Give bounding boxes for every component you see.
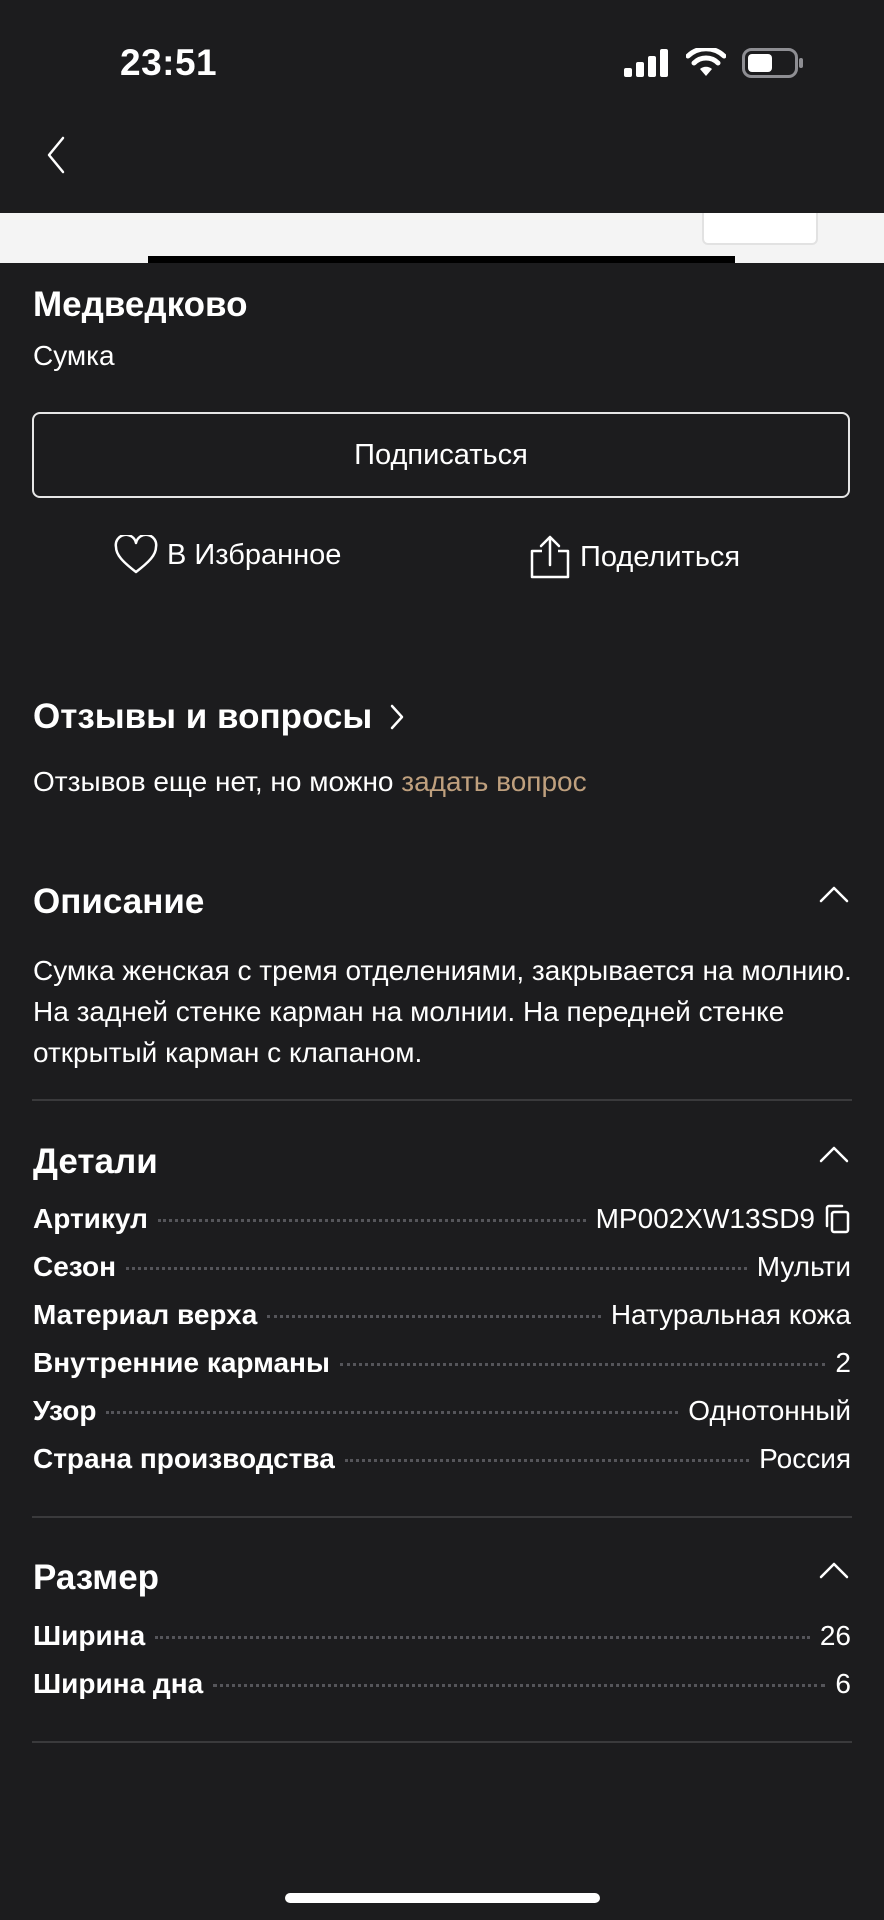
reviews-section-link[interactable]: Отзывы и вопросы [33,697,404,737]
detail-value: MP002XW13SD9 [596,1203,851,1235]
description-title: Описание [33,882,205,921]
share-label: Поделиться [580,540,741,573]
favorites-label: В Избранное [167,538,342,571]
status-icons [624,48,804,78]
dotted-leader [106,1411,679,1414]
share-icon [530,535,570,579]
size-title: Размер [33,1558,160,1597]
reviews-title: Отзывы и вопросы [33,697,373,736]
product-brand[interactable]: Медведково [33,285,247,325]
image-thumbnail[interactable] [702,213,818,245]
detail-row-country: Страна производства Россия [33,1443,851,1491]
dotted-leader [213,1684,826,1687]
heart-icon [114,535,158,574]
detail-label: Материал верха [33,1299,258,1330]
battery-icon [742,48,803,78]
detail-label: Артикул [33,1203,148,1234]
size-row-width: Ширина 26 [33,1620,851,1668]
add-to-favorites-button[interactable]: В Избранное [113,535,341,575]
detail-label: Внутренние карманы [33,1347,330,1378]
size-list: Ширина 26 Ширина дна 6 [33,1620,851,1716]
size-value: 6 [835,1668,851,1699]
detail-value: Мульти [756,1251,851,1282]
chevron-up-icon[interactable] [818,1144,850,1164]
detail-row-pattern: Узор Однотонный [33,1395,851,1443]
detail-label: Страна производства [33,1443,335,1474]
details-list: Артикул MP002XW13SD9 Сезон Мульти Матери… [33,1203,851,1491]
home-indicator [285,1893,600,1903]
copy-icon[interactable] [823,1204,851,1234]
size-label: Ширина [33,1620,146,1651]
chevron-right-icon [391,704,404,730]
product-image-gallery[interactable] [0,213,884,263]
divider [32,1099,852,1101]
article-number: MP002XW13SD9 [595,1203,815,1234]
chevron-up-icon[interactable] [818,884,850,904]
size-value: 26 [819,1620,851,1651]
dotted-leader [126,1267,747,1270]
reviews-empty-text: Отзывов еще нет, но можно задать вопрос [33,766,587,798]
chevron-left-icon [47,136,65,174]
size-row-bottom-width: Ширина дна 6 [33,1668,851,1716]
detail-value: 2 [835,1347,851,1378]
divider [32,1741,852,1743]
status-time: 23:51 [120,42,218,83]
divider [32,1516,852,1518]
detail-label: Узор [33,1395,97,1426]
dotted-leader [155,1636,810,1639]
detail-row-article: Артикул MP002XW13SD9 [33,1203,851,1251]
dotted-leader [344,1459,750,1462]
detail-row-inner-pockets: Внутренние карманы 2 [33,1347,851,1395]
detail-label: Сезон [33,1251,117,1282]
description-text: Сумка женская с тремя отделениями, закры… [33,955,852,1068]
wifi-icon [686,48,726,76]
detail-value: Натуральная кожа [610,1299,851,1330]
detail-value: Россия [759,1443,851,1474]
dotted-leader [339,1363,826,1366]
chevron-up-icon[interactable] [818,1560,850,1580]
back-button[interactable] [36,130,76,180]
ask-question-link[interactable]: задать вопрос [401,766,586,797]
detail-row-material: Материал верха Натуральная кожа [33,1299,851,1347]
reviews-empty-label: Отзывов еще нет, но можно [33,766,402,797]
share-button[interactable]: Поделиться [528,535,740,579]
dotted-leader [267,1315,601,1318]
details-title: Детали [33,1142,158,1181]
signal-icon [624,49,668,77]
product-type: Сумка [33,340,115,371]
dotted-leader [157,1219,586,1222]
detail-value: Однотонный [688,1395,851,1426]
subscribe-button[interactable]: Подписаться [32,412,850,498]
size-label: Ширина дна [33,1668,204,1699]
gallery-indicator [148,256,735,263]
detail-row-season: Сезон Мульти [33,1251,851,1299]
subscribe-label: Подписаться [354,438,528,471]
